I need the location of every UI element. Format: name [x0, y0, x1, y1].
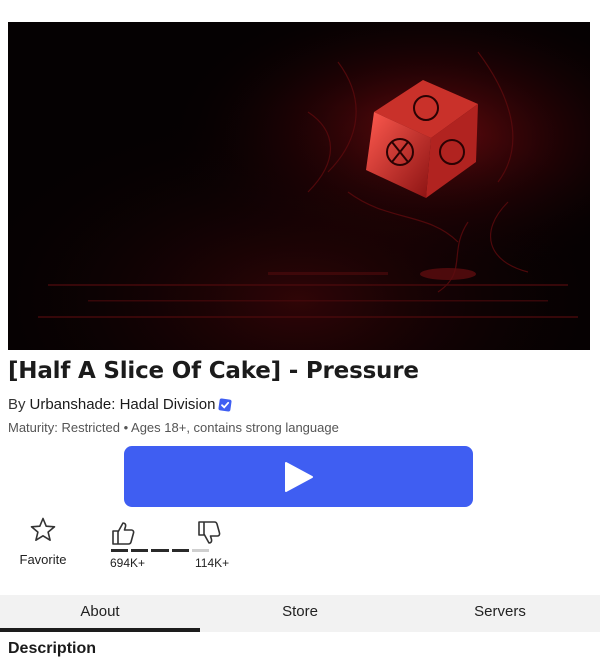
tab-store[interactable]: Store: [200, 595, 400, 632]
maturity-rating: Maturity: Restricted • Ages 18+, contain…: [8, 420, 339, 435]
by-label: By: [8, 396, 26, 413]
game-thumbnail: [8, 22, 590, 350]
vote-bar-segment: [111, 549, 129, 552]
thumbs-up-icon[interactable]: [110, 520, 136, 546]
tab-servers[interactable]: Servers: [400, 595, 600, 632]
description-heading: Description: [8, 640, 97, 657]
game-title: [Half A Slice Of Cake] - Pressure: [8, 358, 419, 384]
tab-about[interactable]: About: [0, 595, 200, 632]
favorite-label: Favorite: [19, 552, 67, 567]
vote-bar-segment: [131, 549, 149, 552]
downvote-count: 114K+: [195, 556, 230, 570]
thumbs-down-icon[interactable]: [196, 520, 222, 546]
glowing-red-cube-image: [8, 22, 590, 350]
vote-ratio-bar: [111, 549, 210, 552]
action-row: Favorite 694K+ 114K+: [0, 516, 600, 576]
play-icon: [284, 461, 313, 492]
tab-bar: About Store Servers: [0, 595, 600, 632]
creator-link[interactable]: Urbanshade: Hadal Division: [30, 396, 216, 413]
verified-badge-icon: [218, 397, 232, 412]
creator-line: By Urbanshade: Hadal Division: [8, 396, 232, 413]
upvote-count: 694K+: [110, 556, 146, 570]
vote-bar-segment: [191, 549, 210, 552]
play-button[interactable]: [124, 446, 473, 507]
star-icon: [30, 517, 56, 541]
vote-bar-segment: [171, 549, 189, 552]
vote-bar-segment: [151, 549, 169, 552]
favorite-button[interactable]: Favorite: [14, 516, 72, 567]
